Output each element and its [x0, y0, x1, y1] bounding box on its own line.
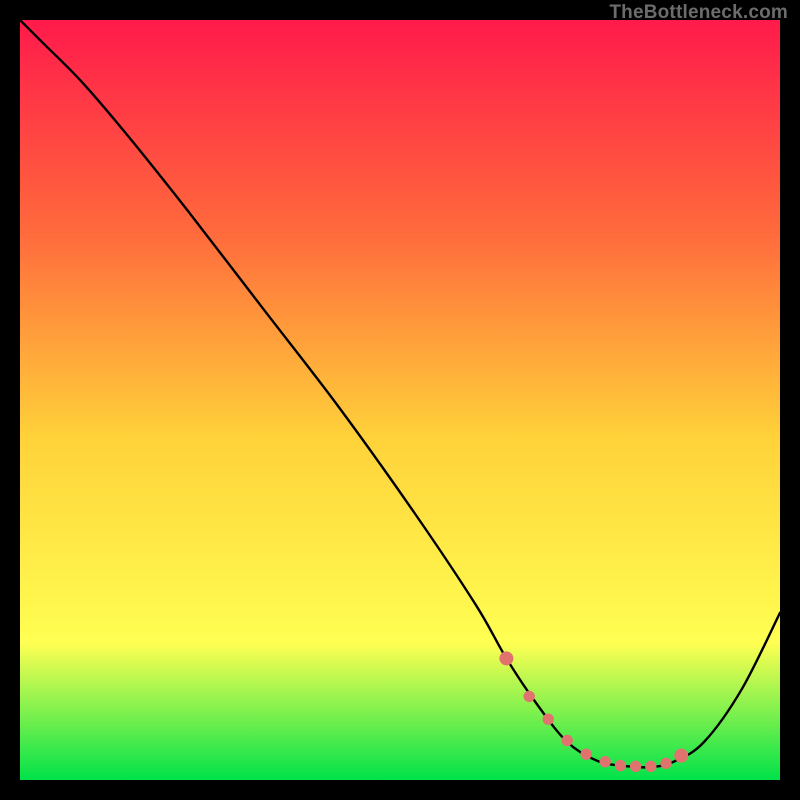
sweet-spot-marker — [543, 714, 553, 724]
gradient-background — [20, 20, 780, 780]
sweet-spot-marker — [630, 761, 640, 771]
sweet-spot-marker — [600, 757, 610, 767]
bottleneck-chart — [20, 20, 780, 780]
sweet-spot-marker — [661, 758, 671, 768]
plot-area — [20, 20, 780, 780]
sweet-spot-marker — [675, 749, 688, 762]
sweet-spot-marker — [524, 691, 534, 701]
sweet-spot-marker — [581, 749, 591, 759]
sweet-spot-marker — [562, 735, 572, 745]
sweet-spot-marker — [615, 760, 625, 770]
outer-black-frame: TheBottleneck.com — [0, 0, 800, 800]
sweet-spot-marker — [646, 761, 656, 771]
sweet-spot-marker — [500, 652, 513, 665]
